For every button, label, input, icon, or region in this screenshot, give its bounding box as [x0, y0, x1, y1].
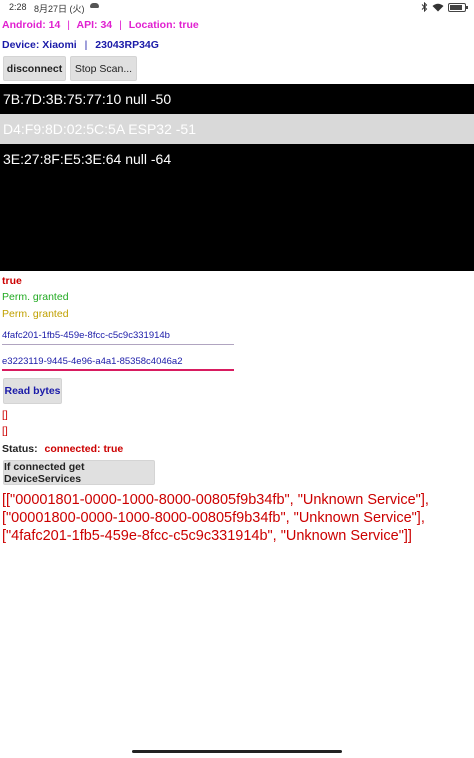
android-version: 14 — [48, 19, 61, 31]
status-time: 2:28 — [9, 2, 27, 12]
service-entry: ["00001800-0000-1000-8000-00805f9b34fb",… — [2, 510, 425, 526]
permission-status: Perm. granted — [2, 308, 69, 320]
permission-status: Perm. granted — [2, 291, 69, 303]
get-device-services-button[interactable]: If connected get DeviceServices — [3, 460, 155, 485]
cloud-icon — [90, 3, 99, 8]
system-status-bar: 2:28 8月27日 (火) — [0, 0, 474, 16]
disconnect-button[interactable]: disconnect — [3, 56, 66, 81]
system-info-line: Android: 14 | API: 34 | Location: true — [2, 19, 199, 31]
service-entry: [["00001801-0000-1000-8000-00805f9b34fb"… — [2, 492, 429, 508]
device-info-line: Device: Xiaomi | 23043RP34G — [2, 39, 159, 51]
home-gesture-bar[interactable] — [132, 750, 342, 753]
device-list: 7B:7D:3B:75:77:10 null -50 D4:F9:8D:02:5… — [0, 84, 474, 271]
service-uuid-input[interactable] — [2, 327, 234, 345]
android-label: Android: — [2, 19, 46, 31]
status-value: connected: true — [44, 443, 124, 455]
service-entry: ["4fafc201-1fb5-459e-8fcc-c5c9c331914b",… — [2, 528, 412, 544]
read-result-output: [] — [2, 409, 8, 421]
device-list-item-selected[interactable]: D4:F9:8D:02:5C:5A ESP32 -51 — [0, 114, 474, 144]
device-list-item[interactable]: 7B:7D:3B:75:77:10 null -50 — [0, 84, 474, 114]
status-label: Status: — [2, 443, 38, 455]
location-label: Location: — [128, 19, 176, 31]
bluetooth-icon — [421, 2, 428, 12]
services-output: [["00001801-0000-1000-8000-00805f9b34fb"… — [2, 491, 472, 545]
characteristic-uuid-input[interactable] — [2, 353, 234, 371]
wifi-icon — [432, 3, 444, 11]
connection-status: Status: connected: true — [2, 443, 123, 455]
device-manufacturer: Xiaomi — [42, 39, 77, 51]
stop-scan-button[interactable]: Stop Scan... — [70, 56, 137, 81]
battery-icon — [448, 2, 468, 12]
status-date: 8月27日 (火) — [34, 4, 85, 14]
result-flag: true — [2, 275, 22, 287]
battery-level — [450, 4, 462, 10]
device-model: 23043RP34G — [95, 39, 159, 51]
api-level: 34 — [100, 19, 113, 31]
read-bytes-button[interactable]: Read bytes — [3, 378, 62, 404]
read-result-output: [] — [2, 425, 8, 437]
device-label: Device: — [2, 39, 40, 51]
location-value: true — [178, 19, 199, 31]
status-icons — [421, 1, 468, 13]
device-list-item[interactable]: 3E:27:8F:E5:3E:64 null -64 — [0, 144, 474, 174]
api-label: API: — [76, 19, 98, 31]
